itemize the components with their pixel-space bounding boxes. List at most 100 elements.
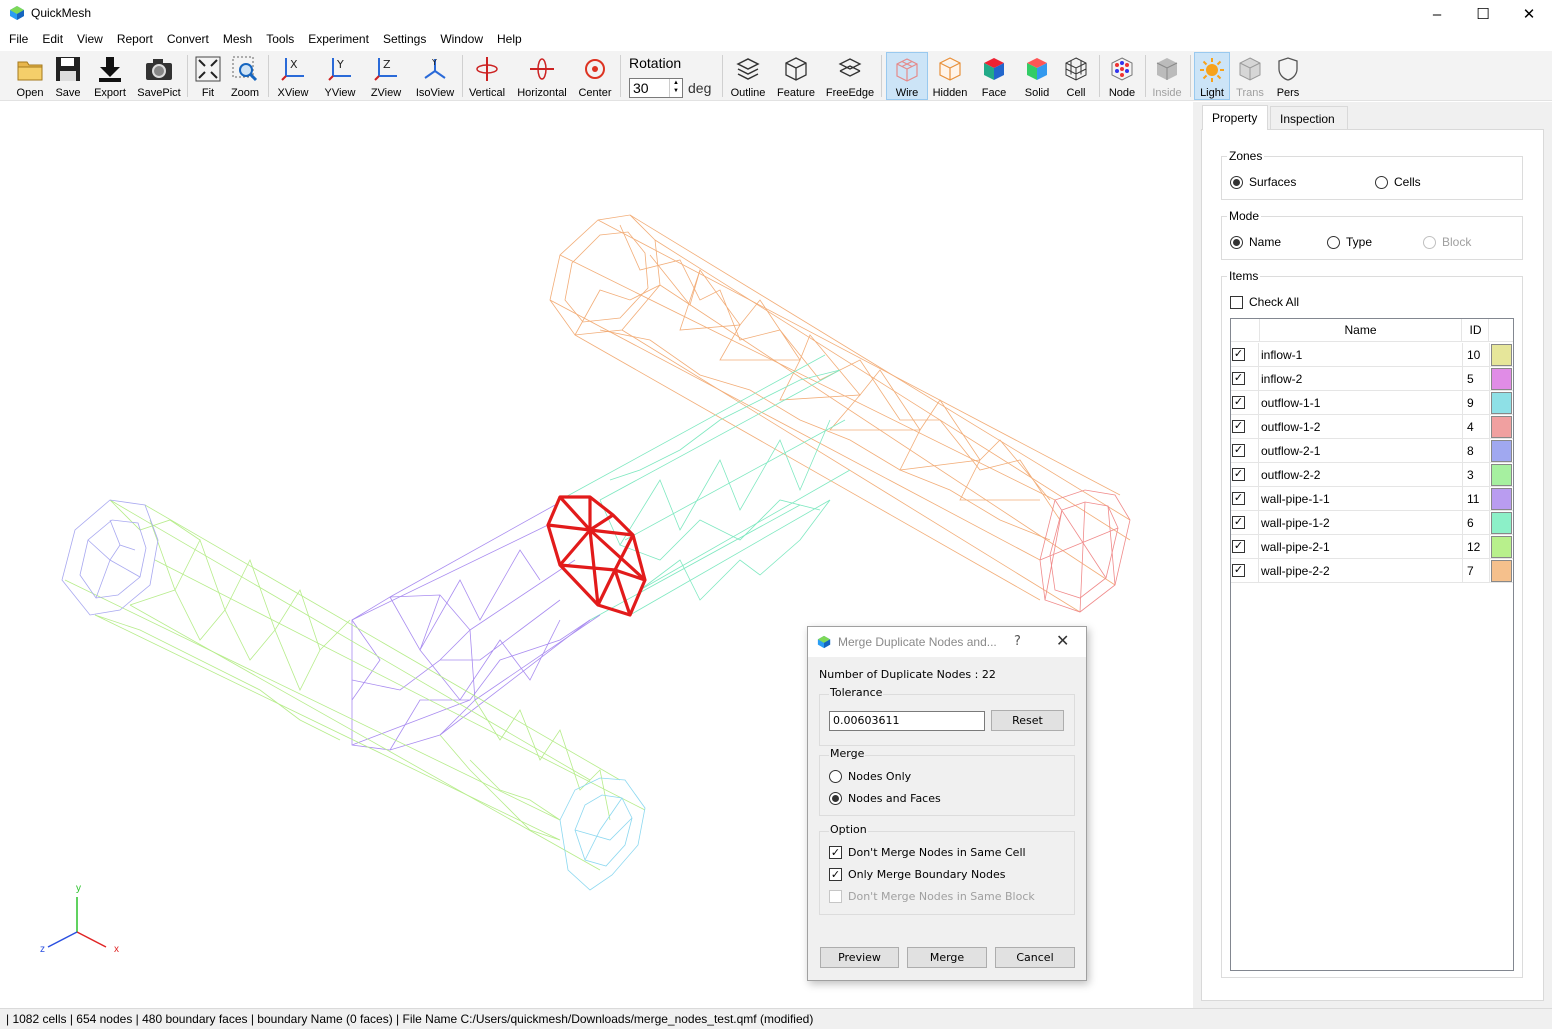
horizontal-rotate-button[interactable]: Horizontal: [514, 52, 570, 100]
row-color-swatch[interactable]: [1491, 488, 1512, 510]
save-button[interactable]: Save: [50, 52, 86, 100]
row-checkbox[interactable]: ✓: [1232, 420, 1245, 433]
solid-button[interactable]: Solid: [1018, 52, 1056, 100]
pers-button[interactable]: Pers: [1270, 52, 1306, 100]
row-checkbox[interactable]: ✓: [1232, 468, 1245, 481]
column-divider: [1462, 367, 1463, 391]
same-cell-checkbox[interactable]: ✓ Don't Merge Nodes in Same Cell: [829, 846, 1026, 859]
freeedge-button[interactable]: FreeEdge: [824, 52, 876, 100]
menu-view[interactable]: View: [70, 30, 110, 50]
tolerance-input[interactable]: 0.00603611: [829, 711, 985, 731]
savepict-button[interactable]: SavePict: [136, 52, 182, 100]
row-checkbox[interactable]: ✓: [1232, 396, 1245, 409]
table-row[interactable]: ✓ inflow-1 10: [1231, 343, 1513, 367]
column-divider: [1489, 535, 1490, 559]
menu-experiment[interactable]: Experiment: [301, 30, 376, 50]
table-row[interactable]: ✓ outflow-1-1 9: [1231, 391, 1513, 415]
dialog-close-button[interactable]: ✕: [1056, 631, 1069, 650]
table-row[interactable]: ✓ wall-pipe-2-2 7: [1231, 559, 1513, 583]
hidden-button[interactable]: Hidden: [930, 52, 970, 100]
menu-tools[interactable]: Tools: [259, 30, 301, 50]
nodes-and-faces-radio[interactable]: Nodes and Faces: [829, 792, 941, 805]
table-row[interactable]: ✓ outflow-2-1 8: [1231, 439, 1513, 463]
reset-button[interactable]: Reset: [991, 710, 1064, 731]
wire-button[interactable]: Wire: [886, 52, 928, 100]
center-button[interactable]: Center: [576, 52, 614, 100]
maximize-button[interactable]: ☐: [1460, 0, 1506, 28]
row-color-swatch[interactable]: [1491, 440, 1512, 462]
table-row[interactable]: ✓ wall-pipe-2-1 12: [1231, 535, 1513, 559]
row-checkbox[interactable]: ✓: [1232, 492, 1245, 505]
merge-button[interactable]: Merge: [907, 947, 987, 968]
isometric-view-icon: Y: [424, 58, 446, 79]
column-header-name[interactable]: Name: [1259, 319, 1462, 342]
minimize-button[interactable]: –: [1414, 0, 1460, 28]
table-row[interactable]: ✓ wall-pipe-1-2 6: [1231, 511, 1513, 535]
feature-button[interactable]: Feature: [774, 52, 818, 100]
row-color-swatch[interactable]: [1491, 416, 1512, 438]
row-checkbox[interactable]: ✓: [1232, 444, 1245, 457]
check-all-checkbox[interactable]: Check All: [1230, 295, 1299, 309]
menu-convert[interactable]: Convert: [160, 30, 216, 50]
row-checkbox[interactable]: ✓: [1232, 516, 1245, 529]
nodes-only-radio[interactable]: Nodes Only: [829, 770, 911, 783]
menu-settings[interactable]: Settings: [376, 30, 433, 50]
row-checkbox[interactable]: ✓: [1232, 564, 1245, 577]
table-row[interactable]: ✓ outflow-2-2 3: [1231, 463, 1513, 487]
menu-window[interactable]: Window: [433, 30, 490, 50]
close-window-button[interactable]: ✕: [1506, 0, 1552, 28]
cells-radio[interactable]: Cells: [1375, 175, 1421, 189]
zoom-button[interactable]: Zoom: [228, 52, 262, 100]
menu-file[interactable]: File: [2, 30, 35, 50]
row-color-swatch[interactable]: [1491, 392, 1512, 414]
vertical-rotate-button[interactable]: Vertical: [466, 52, 508, 100]
open-button[interactable]: Open: [12, 52, 48, 100]
table-row[interactable]: ✓ inflow-2 5: [1231, 367, 1513, 391]
row-checkbox[interactable]: ✓: [1232, 540, 1245, 553]
row-checkbox[interactable]: ✓: [1232, 372, 1245, 385]
row-color-swatch[interactable]: [1491, 368, 1512, 390]
row-color-swatch[interactable]: [1491, 512, 1512, 534]
table-row[interactable]: ✓ wall-pipe-1-1 11: [1231, 487, 1513, 511]
menu-report[interactable]: Report: [110, 30, 160, 50]
mode-block-radio[interactable]: Block: [1423, 235, 1471, 249]
cell-button[interactable]: Cell: [1058, 52, 1094, 100]
isoview-button[interactable]: Y IsoView: [412, 52, 458, 100]
toolbar-separator: [187, 55, 188, 97]
node-button[interactable]: Node: [1103, 52, 1141, 100]
column-header-id[interactable]: ID: [1463, 319, 1489, 342]
zview-button[interactable]: Z ZView: [366, 52, 406, 100]
same-block-checkbox[interactable]: Don't Merge Nodes in Same Block: [829, 890, 1035, 903]
row-color-swatch[interactable]: [1491, 560, 1512, 582]
yview-button[interactable]: Y YView: [320, 52, 360, 100]
table-row[interactable]: ✓ outflow-1-2 4: [1231, 415, 1513, 439]
inside-button[interactable]: Inside: [1149, 52, 1185, 100]
row-checkbox[interactable]: ✓: [1232, 348, 1245, 361]
outflow-1-2-mesh: [1039, 489, 1131, 613]
menu-edit[interactable]: Edit: [35, 30, 70, 50]
row-color-swatch[interactable]: [1491, 464, 1512, 486]
fit-button[interactable]: Fit: [193, 52, 223, 100]
light-button[interactable]: Light: [1194, 52, 1230, 100]
trans-button[interactable]: Trans: [1232, 52, 1268, 100]
mode-type-radio[interactable]: Type: [1327, 235, 1372, 249]
row-color-swatch[interactable]: [1491, 536, 1512, 558]
rotation-spinner[interactable]: ▲ ▼: [669, 79, 682, 97]
mode-name-radio[interactable]: Name: [1230, 235, 1281, 249]
xview-button[interactable]: X XView: [274, 52, 312, 100]
outline-button[interactable]: Outline: [728, 52, 768, 100]
row-color-swatch[interactable]: [1491, 344, 1512, 366]
tab-inspection[interactable]: Inspection: [1270, 106, 1348, 130]
transparent-cube-icon: [1239, 57, 1261, 81]
menu-mesh[interactable]: Mesh: [216, 30, 259, 50]
surfaces-radio[interactable]: Surfaces: [1230, 175, 1296, 189]
menu-help[interactable]: Help: [490, 30, 529, 50]
export-button[interactable]: Export: [90, 52, 130, 100]
axis-x-label: x: [114, 944, 119, 955]
help-button[interactable]: ?: [1014, 634, 1021, 649]
face-button[interactable]: Face: [975, 52, 1013, 100]
tab-property[interactable]: Property: [1202, 105, 1268, 130]
cancel-button[interactable]: Cancel: [995, 947, 1075, 968]
preview-button[interactable]: Preview: [820, 947, 899, 968]
boundary-only-checkbox[interactable]: ✓ Only Merge Boundary Nodes: [829, 868, 1005, 881]
